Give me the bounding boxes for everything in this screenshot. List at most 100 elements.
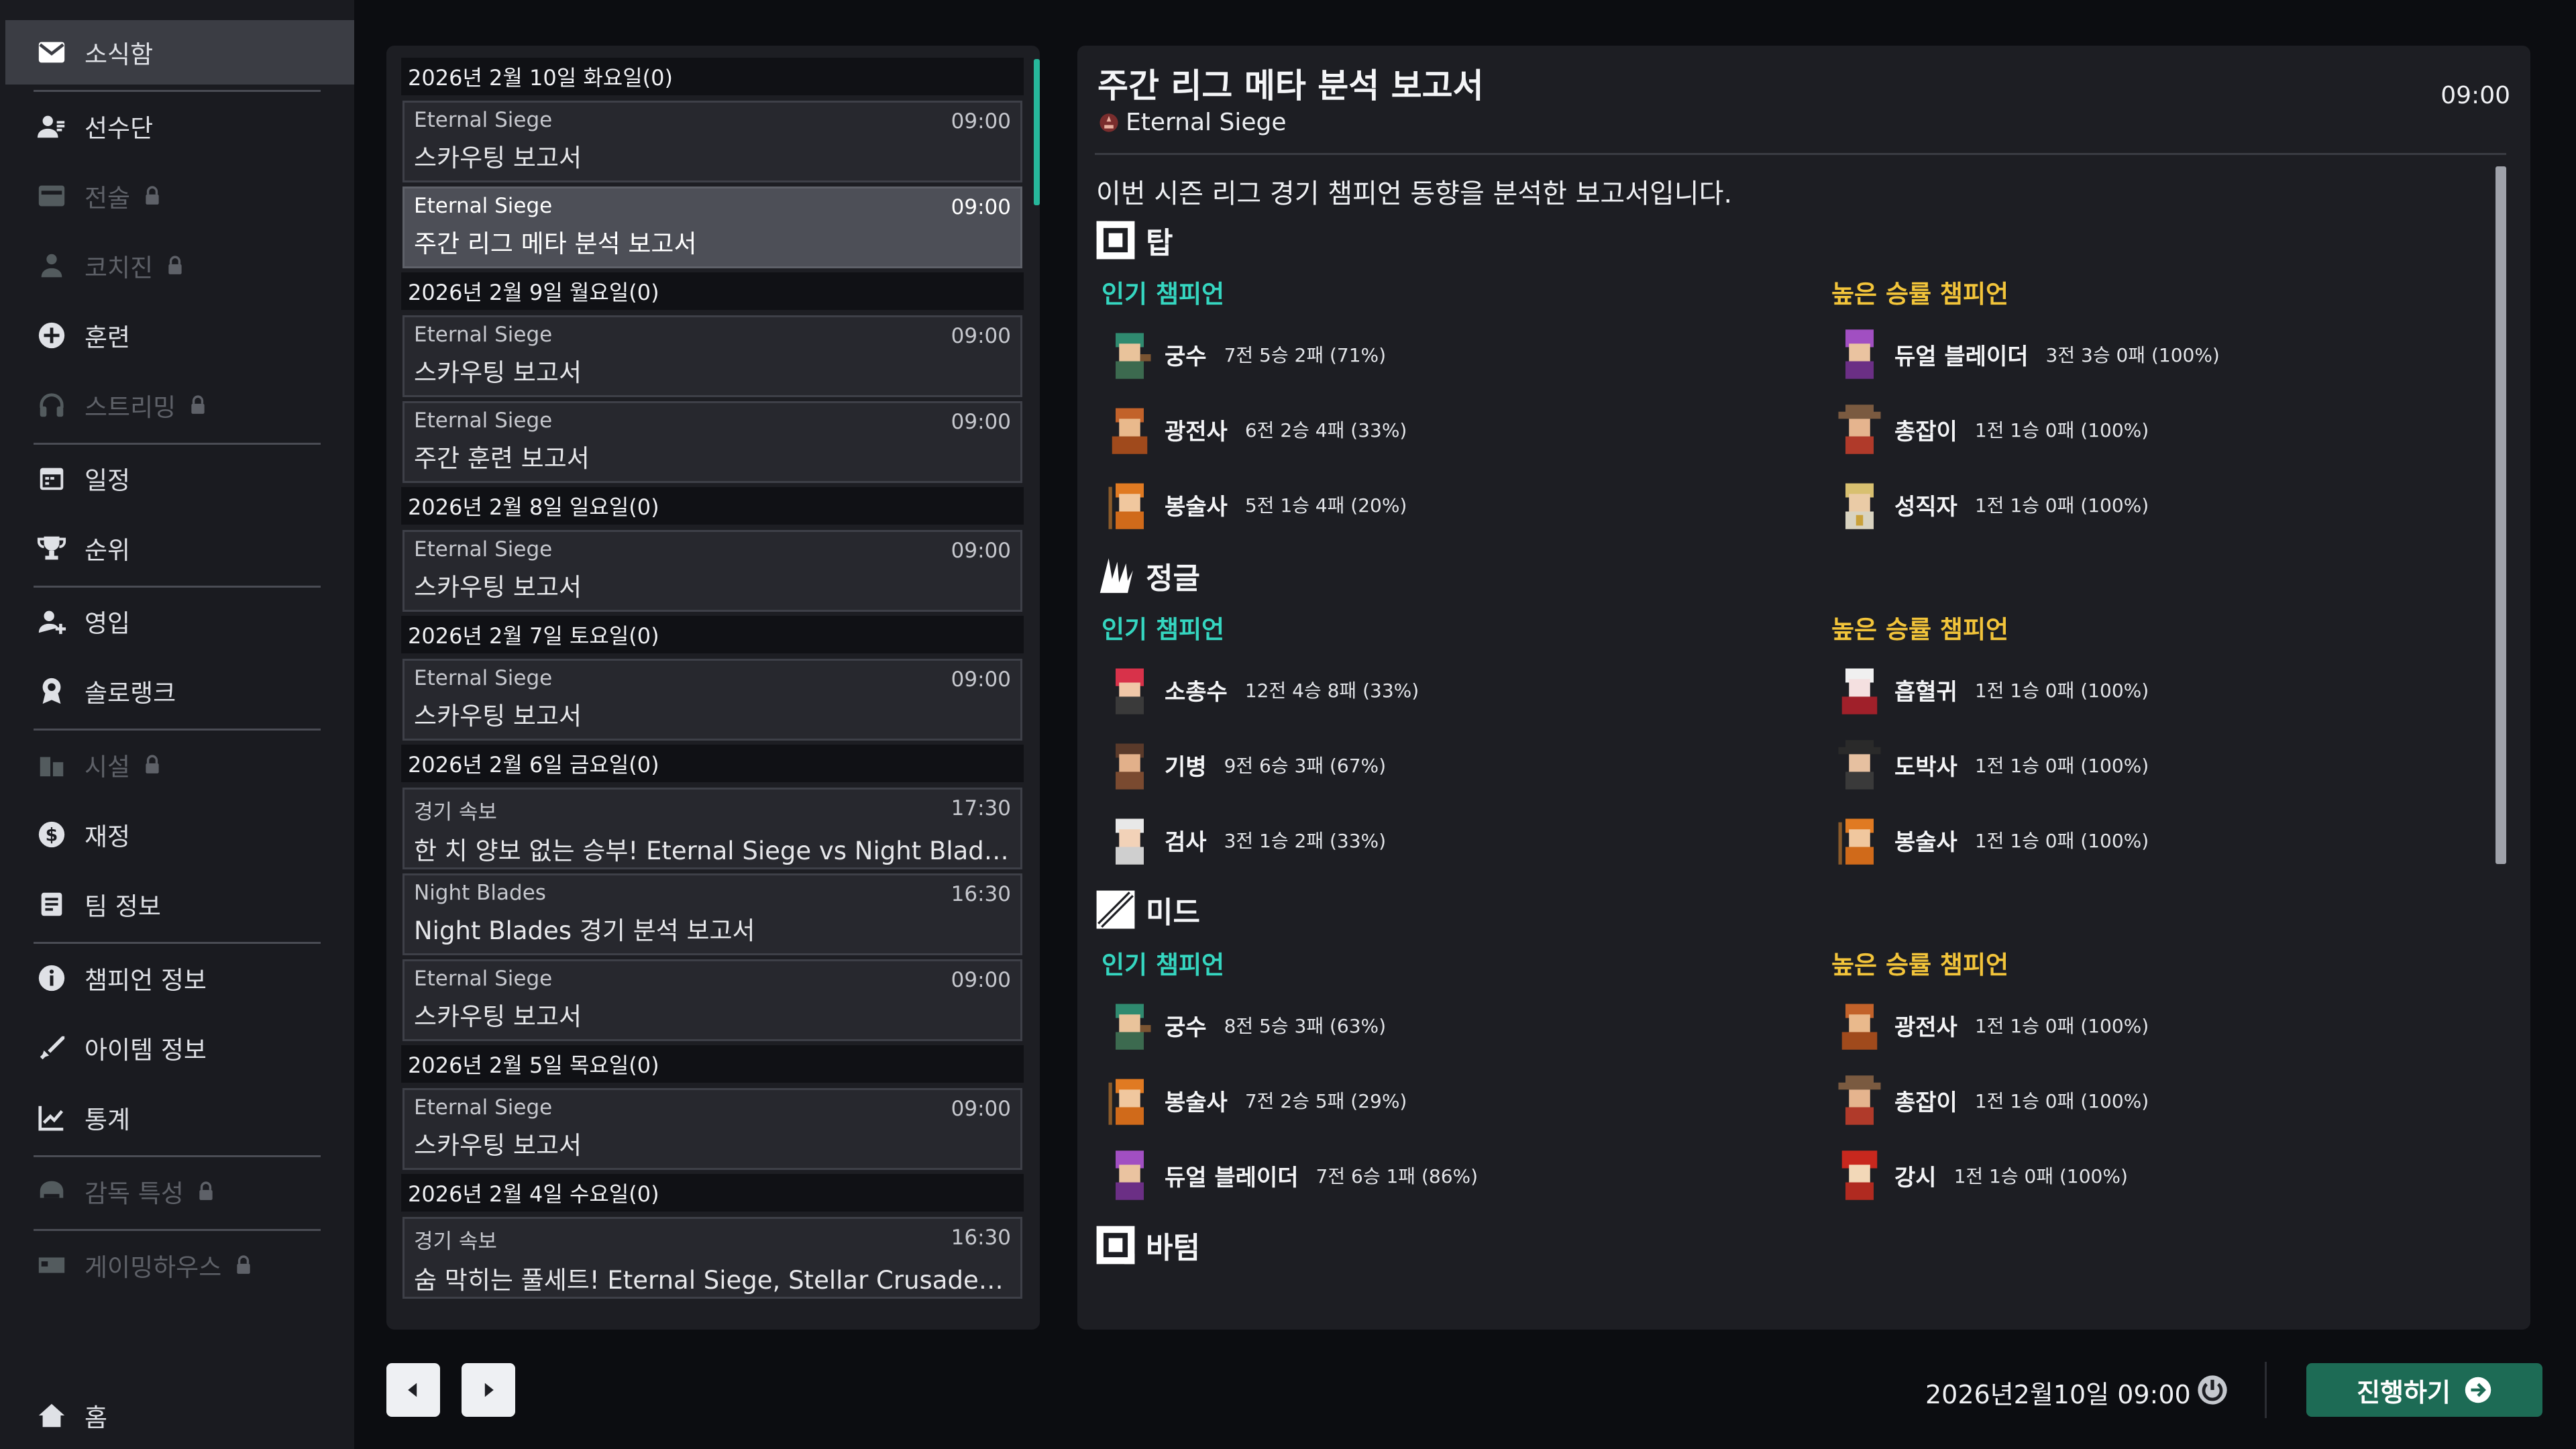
previous-button[interactable]: [386, 1363, 440, 1417]
staff-master-portrait-icon: [1831, 812, 1888, 868]
mail-item[interactable]: Eternal Siege 09:00 스카우팅 보고서: [402, 1088, 1022, 1170]
champion-row[interactable]: 듀얼 블레이더 3전 3승 0패 (100%): [1831, 321, 2220, 388]
champion-record: 6전 2승 4패 (33%): [1244, 419, 1407, 441]
sidebar-item-finance[interactable]: $ 재정: [5, 802, 354, 867]
team-logo-icon: [1097, 111, 1120, 134]
champion-record: 1전 1승 0패 (100%): [1974, 680, 2149, 702]
lane-header-top: 탑: [1095, 217, 1173, 263]
champion-row[interactable]: 봉술사 7전 2승 5패 (29%): [1102, 1067, 1407, 1134]
champion-name: 총잡이: [1894, 1089, 1957, 1116]
mail-subject: 스카우팅 보고서: [414, 144, 582, 172]
dual-blader-portrait-icon: [1831, 326, 1888, 382]
champion-row[interactable]: 봉술사 5전 1승 4패 (20%): [1102, 471, 1407, 538]
mail-item-selected[interactable]: Eternal Siege 09:00 주간 리그 메타 분석 보고서: [402, 186, 1022, 268]
sidebar-item-roster[interactable]: 선수단: [5, 94, 354, 158]
sidebar-item-tactics: 전술: [5, 164, 354, 228]
champion-row[interactable]: 총잡이 1전 1승 0패 (100%): [1831, 1067, 2149, 1134]
date-header: 2026년 2월 7일 토요일(0): [401, 616, 1024, 653]
cavalry-portrait-icon: [1102, 737, 1158, 793]
sidebar-item-label: 전술: [85, 184, 131, 213]
mail-time: 09:00: [951, 195, 1011, 219]
archer-portrait-icon: [1102, 326, 1158, 382]
manager-trait-icon: [34, 1173, 70, 1210]
champion-row[interactable]: 도박사 1전 1승 0패 (100%): [1831, 731, 2149, 798]
mail-item[interactable]: 경기 속보 16:30 숨 막히는 풀세트! Eternal Siege, St…: [402, 1217, 1022, 1299]
proceed-button[interactable]: 진행하기: [2306, 1363, 2542, 1417]
training-icon: [34, 317, 70, 354]
mail-item[interactable]: Eternal Siege 09:00 스카우팅 보고서: [402, 659, 1022, 741]
lock-icon: [189, 395, 207, 415]
mail-item[interactable]: Eternal Siege 09:00 스카우팅 보고서: [402, 315, 1022, 397]
caret-left-icon: [408, 1383, 417, 1397]
mail-subject: 한 치 양보 없는 승부! Eternal Siege vs Night Bla…: [414, 837, 1011, 865]
champion-row[interactable]: 강시 1전 1승 0패 (100%): [1831, 1142, 2128, 1209]
champion-row[interactable]: 광전사 6전 2승 4패 (33%): [1102, 396, 1407, 463]
mail-item[interactable]: Eternal Siege 09:00 스카우팅 보고서: [402, 959, 1022, 1041]
champion-record: 12전 4승 8패 (33%): [1244, 680, 1419, 702]
sidebar-item-champion-info[interactable]: 챔피언 정보: [5, 946, 354, 1010]
lane-header-mid: 미드: [1095, 887, 1200, 932]
sidebar-item-label: 게이밍하우스: [85, 1253, 222, 1282]
champion-name: 광전사: [1165, 418, 1228, 445]
mail-item[interactable]: Eternal Siege 09:00 주간 훈련 보고서: [402, 401, 1022, 483]
sidebar-item-home[interactable]: 홈: [5, 1383, 354, 1448]
mail-icon: [34, 34, 70, 70]
champion-name: 듀얼 블레이더: [1894, 343, 2029, 370]
mail-subject: 주간 리그 메타 분석 보고서: [414, 229, 697, 258]
power-button[interactable]: [2194, 1371, 2231, 1409]
sidebar-item-item-info[interactable]: 아이템 정보: [5, 1016, 354, 1080]
champion-row[interactable]: 소총수 12전 4승 8패 (33%): [1102, 656, 1419, 723]
mail-subject: 스카우팅 보고서: [414, 702, 582, 731]
sidebar-item-label: 순위: [85, 536, 131, 565]
chart-icon: [34, 1099, 70, 1136]
champion-row[interactable]: 궁수 7전 5승 2패 (71%): [1102, 321, 1386, 388]
facility-icon: [34, 747, 70, 783]
sidebar: 소식함 선수단 전술 코치진 훈련 스트리밍 일정 순위 영입 솔로랭크 시설 …: [0, 0, 354, 1449]
sidebar-item-schedule[interactable]: 일정: [5, 446, 354, 511]
sidebar-item-recruit[interactable]: 영입: [5, 589, 354, 653]
mail-sender: 경기 속보: [414, 1230, 497, 1254]
sword-icon: [34, 1030, 70, 1066]
date-header: 2026년 2월 4일 수요일(0): [401, 1174, 1024, 1212]
sidebar-item-statistics[interactable]: 통계: [5, 1085, 354, 1150]
champion-row[interactable]: 흡혈귀 1전 1승 0패 (100%): [1831, 656, 2149, 723]
champion-row[interactable]: 광전사 1전 1승 0패 (100%): [1831, 991, 2149, 1059]
headset-icon: [34, 387, 70, 423]
proceed-label: 진행하기: [2357, 1377, 2451, 1407]
mail-sender: Eternal Siege: [414, 967, 553, 991]
report-scrollbar[interactable]: [2496, 166, 2506, 864]
champion-row[interactable]: 듀얼 블레이더 7전 6승 1패 (86%): [1102, 1142, 1478, 1209]
mail-list-scrollbar[interactable]: [1034, 59, 1040, 205]
mail-item[interactable]: Eternal Siege 09:00 스카우팅 보고서: [402, 101, 1022, 182]
champion-row[interactable]: 봉술사 1전 1승 0패 (100%): [1831, 806, 2149, 873]
date-header: 2026년 2월 6일 금요일(0): [401, 745, 1024, 782]
champion-row[interactable]: 검사 3전 1승 2패 (33%): [1102, 806, 1386, 873]
sidebar-item-training[interactable]: 훈련: [5, 303, 354, 368]
sidebar-item-label: 재정: [85, 822, 131, 851]
divider: [34, 1229, 321, 1231]
champion-row[interactable]: 궁수 8전 5승 3패 (63%): [1102, 991, 1386, 1059]
champion-row[interactable]: 성직자 1전 1승 0패 (100%): [1831, 471, 2149, 538]
coach-icon: [34, 248, 70, 284]
sidebar-item-label: 솔로랭크: [85, 679, 176, 708]
champion-name: 봉술사: [1165, 1089, 1228, 1116]
sidebar-item-inbox[interactable]: 소식함: [5, 20, 354, 85]
mail-item[interactable]: Eternal Siege 09:00 스카우팅 보고서: [402, 530, 1022, 612]
mail-sender: Eternal Siege: [414, 108, 553, 132]
mail-item[interactable]: Night Blades 16:30 Night Blades 경기 분석 보고…: [402, 873, 1022, 955]
archer-portrait-icon: [1102, 997, 1158, 1053]
champion-name: 광전사: [1894, 1014, 1957, 1041]
popular-champions-title: 인기 챔피언: [1102, 280, 1225, 309]
champion-row[interactable]: 총잡이 1전 1승 0패 (100%): [1831, 396, 2149, 463]
mail-item[interactable]: 경기 속보 17:30 한 치 양보 없는 승부! Eternal Siege …: [402, 788, 1022, 869]
champion-row[interactable]: 기병 9전 6승 3패 (67%): [1102, 731, 1386, 798]
sidebar-item-team-info[interactable]: 팀 정보: [5, 872, 354, 936]
sidebar-item-standings[interactable]: 순위: [5, 516, 354, 580]
report-intro: 이번 시즌 리그 경기 챔피언 동향을 분석한 보고서입니다.: [1096, 178, 1733, 209]
champion-record: 1전 1승 0패 (100%): [1974, 755, 2149, 777]
current-date: 2026년2월10일 09:00: [1925, 1380, 2191, 1409]
sidebar-item-solorank[interactable]: 솔로랭크: [5, 659, 354, 723]
champion-name: 듀얼 블레이더: [1165, 1164, 1299, 1191]
staff-master-portrait-icon: [1102, 1072, 1158, 1128]
next-button[interactable]: [462, 1363, 515, 1417]
